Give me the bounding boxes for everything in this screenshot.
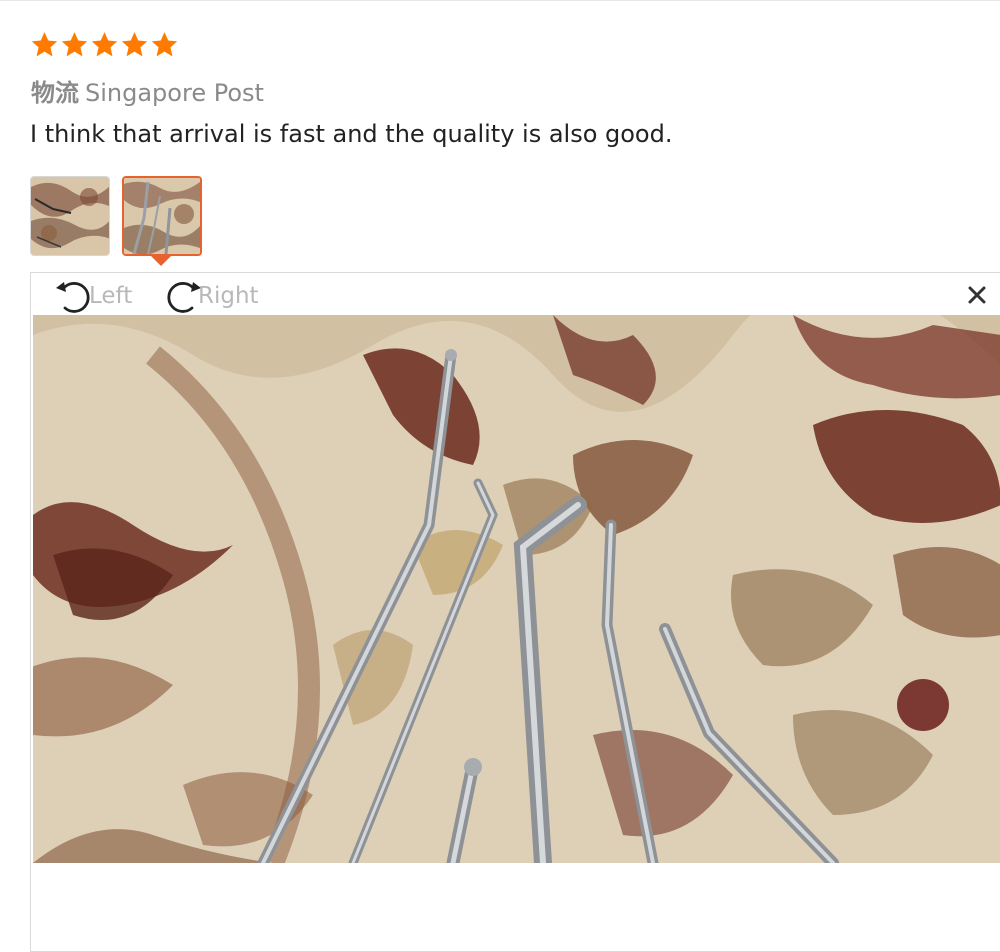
top-divider [0, 0, 1000, 1]
rotate-right-button[interactable]: Right [162, 277, 259, 315]
selected-thumbnail-pointer [151, 256, 171, 266]
rotate-right-label: Right [198, 283, 259, 309]
star-icon [61, 32, 88, 57]
rotate-left-button[interactable]: Left [53, 277, 132, 315]
rotate-left-label: Left [89, 283, 133, 309]
star-icon [91, 32, 118, 57]
close-icon[interactable] [965, 283, 989, 307]
logistics-label: 物流 [31, 79, 79, 107]
thumbnail-image [31, 177, 109, 255]
review-photo-large [33, 315, 1000, 863]
logistics-carrier: Singapore Post [85, 79, 264, 107]
logistics-info: 物流 Singapore Post [31, 73, 264, 108]
star-icon [31, 32, 58, 57]
photo-viewer: Left Right [30, 272, 1000, 952]
review-text: I think that arrival is fast and the qua… [30, 120, 673, 148]
star-icon [151, 32, 178, 57]
thumbnail-image [124, 178, 200, 254]
review-photo-thumbnail[interactable] [30, 176, 110, 256]
star-rating [30, 30, 179, 62]
star-icon [121, 32, 148, 57]
review-photo-thumbnail-selected[interactable] [122, 176, 202, 256]
